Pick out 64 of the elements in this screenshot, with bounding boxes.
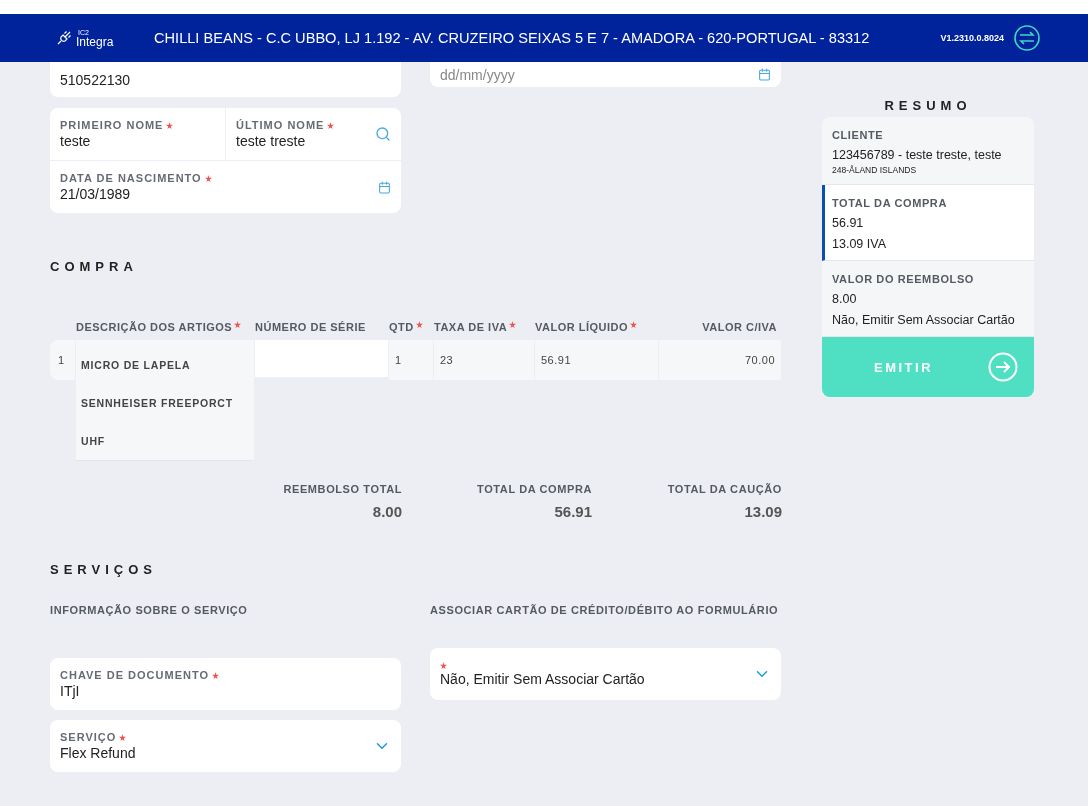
date-field[interactable]: dd/mm/yyyy: [430, 62, 781, 87]
calendar-icon[interactable]: [758, 68, 771, 81]
field-value: teste treste: [236, 133, 307, 149]
total-value: 13.09: [744, 503, 782, 520]
row-number: 1: [50, 340, 75, 380]
plug-icon: [56, 30, 72, 46]
summary-title: RESUMO: [884, 98, 972, 113]
field-value: ITjI: [60, 683, 81, 699]
select-field[interactable]: SERVIÇO Flex Refund: [50, 720, 401, 772]
summary-value: 13.09 IVA: [832, 237, 887, 251]
table-cell: 23: [434, 340, 534, 380]
description-line: MICRO DE LAPELA: [81, 358, 192, 373]
field-label: DATA DE NASCIMENTO: [60, 172, 212, 184]
field-label: PRIMEIRO NOME: [60, 119, 174, 131]
input-field[interactable]: 510522130: [50, 62, 401, 97]
summary-detail: 248-ÅLAND ISLANDS: [832, 165, 918, 175]
column-header: QTD: [389, 321, 423, 333]
total-label: TOTAL DA CAUÇÃO: [667, 483, 782, 495]
group-heading: INFORMAÇÃO SOBRE O SERVIÇO: [50, 604, 249, 616]
description-line: SENNHEISER FREEPORCT: [81, 396, 234, 411]
group-heading: ASSOCIAR CARTÃO DE CRÉDITO/DÉBITO AO FORMULÁRIO: [430, 604, 780, 616]
field-value: teste: [60, 133, 92, 149]
total-value: 56.91: [554, 503, 592, 520]
summary-label: TOTAL DA COMPRA: [832, 197, 948, 209]
input-field[interactable]: CHAVE DE DOCUMENTO ITjI: [50, 658, 401, 710]
total-label: TOTAL DA COMPRA: [477, 483, 592, 495]
field-value: Não, Emitir Sem Associar Cartão: [440, 670, 645, 687]
field-label: CHAVE DE DOCUMENTO: [60, 669, 219, 681]
version-label: V1.2310.0.8024: [940, 33, 1004, 43]
calendar-icon[interactable]: [378, 180, 391, 194]
column-header: TAXA DE IVA: [434, 321, 517, 333]
search-icon[interactable]: [375, 126, 391, 142]
column-header: VALOR LÍQUIDO: [535, 321, 638, 333]
field-value: 510522130: [60, 71, 131, 88]
column-header: VALOR C/IVA: [702, 321, 777, 333]
logo-name: Integra: [76, 35, 114, 48]
description-line: UHF: [81, 434, 106, 449]
table-cell: 70.00: [659, 340, 781, 380]
column-header: NÚMERO DE SÉRIE: [255, 321, 366, 333]
summary-label: VALOR DO REEMBOLSO: [832, 273, 975, 285]
field-label: ÚLTIMO NOME: [236, 119, 335, 131]
input-field[interactable]: ÚLTIMO NOME teste treste: [226, 108, 401, 160]
section-title: COMPRA: [50, 259, 139, 274]
summary-value: 56.91: [832, 216, 865, 230]
field-placeholder: dd/mm/yyyy: [440, 66, 515, 83]
field-value: Flex Refund: [60, 745, 136, 761]
select-field[interactable]: Não, Emitir Sem Associar Cartão: [430, 648, 781, 700]
total-value: 8.00: [372, 503, 402, 520]
summary-value: 123456789 - teste treste, teste: [832, 148, 1003, 162]
total-label: REEMBOLSO TOTAL: [283, 483, 402, 495]
input-field[interactable]: PRIMEIRO NOME teste: [50, 108, 226, 160]
swap-arrows-icon[interactable]: [1014, 25, 1040, 51]
store-title: CHILLI BEANS - C.C UBBO, LJ 1.192 - AV. CRUZEIRO SEIXAS 5 E 7 - AMADORA - 620-PORTUGAL - 83312: [154, 30, 871, 46]
field-value: 21/03/1989: [60, 186, 132, 202]
summary-value: Não, Emitir Sem Associar Cartão: [832, 313, 1016, 327]
summary-label: CLIENTE: [832, 129, 885, 141]
date-field[interactable]: DATA DE NASCIMENTO 21/03/1989: [50, 161, 401, 213]
arrow-right-icon: [988, 352, 1018, 382]
summary-value: 8.00: [832, 292, 858, 306]
table-cell: 1: [389, 340, 433, 380]
column-header: DESCRIÇÃO DOS ARTIGOS: [76, 321, 242, 333]
table-cell: 56.91: [535, 340, 658, 380]
section-title: SERVIÇOS: [50, 562, 158, 577]
field-label: SERVIÇO: [60, 731, 136, 743]
